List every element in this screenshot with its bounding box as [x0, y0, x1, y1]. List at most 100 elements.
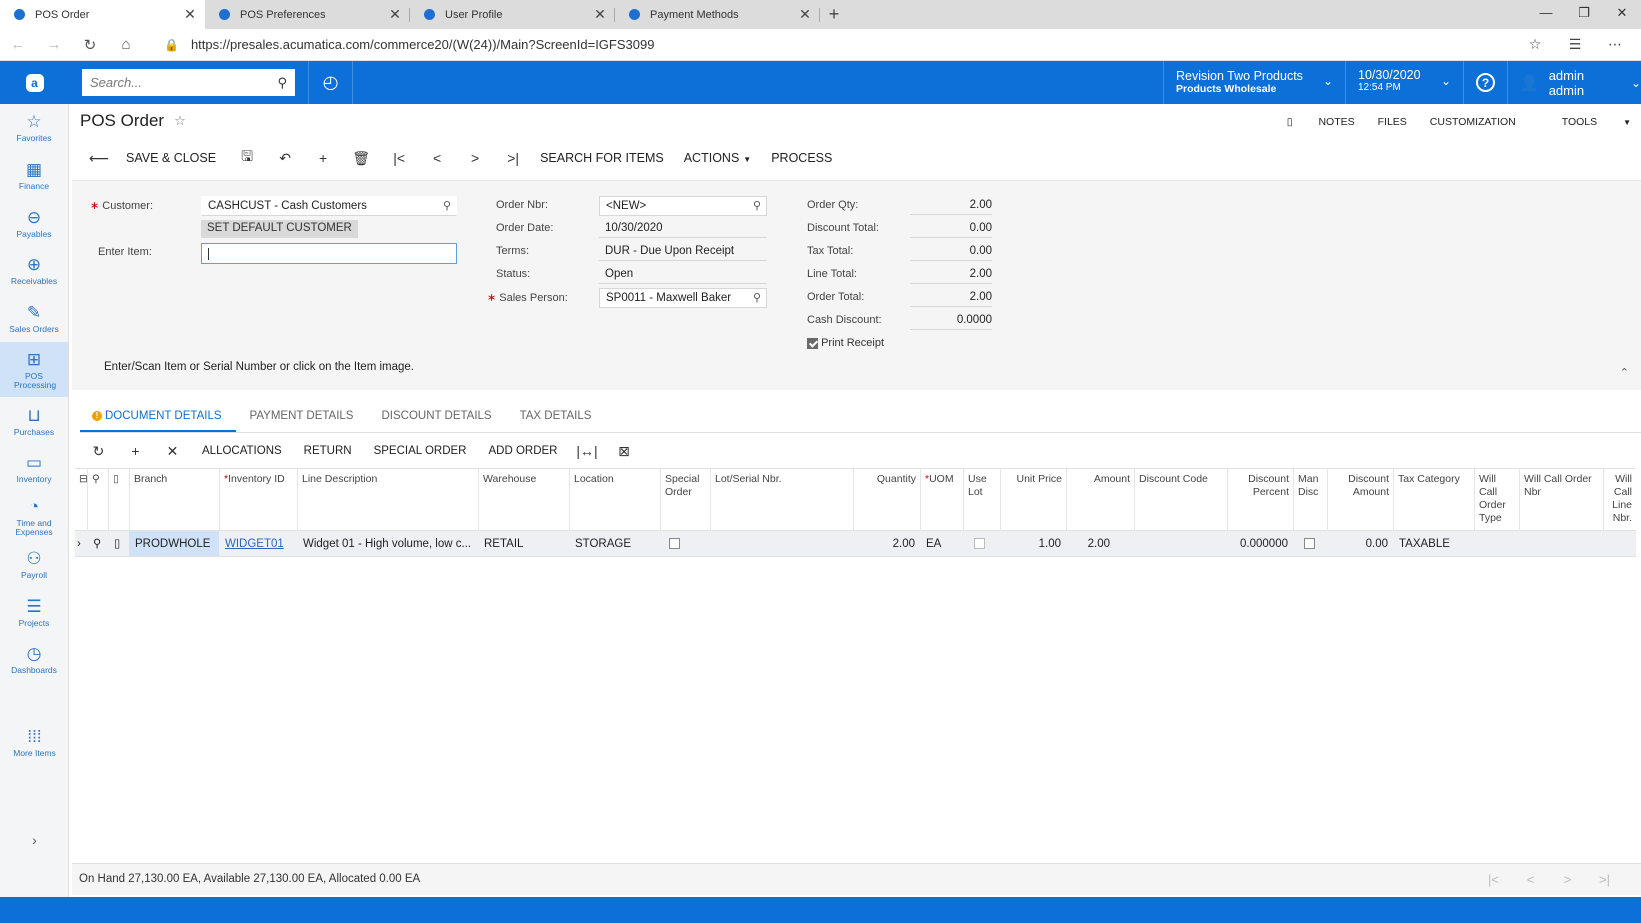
next-record-icon[interactable]: > [456, 150, 494, 166]
more-menu-icon[interactable]: ⋯ [1595, 36, 1635, 53]
delete-icon[interactable]: 🗑 [342, 150, 380, 167]
col-tax-category[interactable]: Tax Category [1393, 469, 1474, 530]
nav-dashboards[interactable]: ◷ Dashboards [0, 636, 68, 684]
browser-tab-pos-preferences[interactable]: POS Preferences ✕ [205, 0, 410, 29]
tab-document-details[interactable]: ! DOCUMENT DETAILS [80, 404, 236, 432]
search-input[interactable]: Search... ⚲ [82, 69, 295, 96]
table-row[interactable]: › ⚲ ▯ PRODWHOLE WIDGET01 Widget 01 - Hig… [75, 531, 1636, 557]
sales-person-field[interactable]: SP0011 - Maxwell Baker ⚲ [599, 288, 767, 308]
col-lot-serial[interactable]: Lot/Serial Nbr. [710, 469, 853, 530]
nav-favorites[interactable]: ☆ Favorites [0, 104, 68, 152]
favorites-list-icon[interactable]: ☰ [1555, 36, 1595, 53]
col-quantity[interactable]: Quantity [853, 469, 920, 530]
search-icon[interactable]: ⚲ [443, 199, 451, 212]
new-tab-button[interactable]: + [820, 0, 848, 29]
browser-tab-payment-methods[interactable]: Payment Methods ✕ [615, 0, 820, 29]
user-menu[interactable]: 👤 admin admin ⌄ [1507, 61, 1641, 104]
terms-field[interactable]: DUR - Due Upon Receipt [599, 241, 767, 261]
delete-row-icon[interactable]: ✕ [154, 443, 191, 460]
col-special-order[interactable]: Special Order [660, 469, 710, 530]
tab-tax-details[interactable]: TAX DETAILS [506, 404, 606, 432]
close-window-icon[interactable]: ✕ [1603, 0, 1641, 29]
collapse-chevron-icon[interactable]: ⌃ [1620, 366, 1629, 379]
cell-discount-code[interactable] [1134, 531, 1227, 556]
col-amount[interactable]: Amount [1066, 469, 1134, 530]
close-tab-icon[interactable]: ✕ [183, 6, 197, 23]
return-button[interactable]: RETURN [304, 445, 352, 457]
allocations-button[interactable]: ALLOCATIONS [202, 445, 282, 457]
cell-branch[interactable]: PRODWHOLE [129, 531, 219, 556]
help-button[interactable]: ? [1463, 61, 1507, 104]
cell-lot-serial[interactable] [710, 531, 853, 556]
search-icon[interactable]: ⚲ [753, 199, 761, 212]
col-discount-amount[interactable]: Discount Amount [1327, 469, 1393, 530]
next-page-icon[interactable]: > [1549, 872, 1586, 887]
previous-record-icon[interactable]: < [418, 150, 456, 166]
nav-time-and-expenses[interactable]: ◔ Time and Expenses [0, 493, 68, 541]
cell-inventory-id[interactable]: WIDGET01 [219, 531, 297, 556]
expand-row-chevron-icon[interactable]: › [75, 531, 87, 556]
undo-icon[interactable]: ↶ [266, 150, 304, 167]
col-discount-code[interactable]: Discount Code [1134, 469, 1227, 530]
restore-icon[interactable]: ❐ [1565, 0, 1603, 29]
cell-will-call-order-nbr[interactable] [1519, 531, 1603, 556]
previous-page-icon[interactable]: < [1512, 872, 1549, 887]
note-icon[interactable]: ▯ [108, 531, 129, 556]
last-record-icon[interactable]: >| [494, 150, 532, 166]
save-close-button[interactable]: SAVE & CLOSE [126, 151, 216, 165]
cell-quantity[interactable]: 2.00 [853, 531, 920, 556]
search-icon[interactable]: ⚲ [277, 75, 287, 91]
add-favorite-star-icon[interactable]: ☆ [174, 113, 186, 129]
search-icon[interactable]: ⚲ [753, 291, 761, 304]
actions-menu[interactable]: ACTIONS ▼ [684, 151, 751, 165]
nav-more-items[interactable]: ⁞⁞⁞ More Items [0, 719, 69, 767]
url-field[interactable]: 🔒 https://presales.acumatica.com/commerc… [164, 37, 1515, 52]
add-order-button[interactable]: ADD ORDER [488, 445, 557, 457]
add-row-icon[interactable]: + [117, 443, 154, 459]
order-nbr-field[interactable]: <NEW> ⚲ [599, 196, 767, 216]
business-date-selector[interactable]: 10/30/2020 12:54 PM ⌄ [1345, 61, 1463, 104]
cell-tax-category[interactable]: TAXABLE [1393, 531, 1474, 556]
nav-purchases[interactable]: ⊔ Purchases [0, 397, 68, 445]
cell-line-description[interactable]: Widget 01 - High volume, low c... [297, 531, 478, 556]
forward-arrow-icon[interactable]: → [36, 36, 72, 53]
close-tab-icon[interactable]: ✕ [388, 6, 402, 23]
close-tab-icon[interactable]: ✕ [593, 6, 607, 23]
back-arrow-icon[interactable]: ⟵ [80, 150, 118, 167]
cell-uom[interactable]: EA [920, 531, 963, 556]
expand-nav-chevron-icon[interactable]: › [0, 832, 69, 848]
back-arrow-icon[interactable]: ← [0, 36, 36, 53]
history-icon[interactable]: ◴ [308, 61, 353, 104]
cell-manual-discount-checkbox[interactable] [1293, 531, 1327, 556]
attachment-icon[interactable]: ⚲ [87, 531, 108, 556]
cell-discount-percent[interactable]: 0.000000 [1227, 531, 1293, 556]
cell-special-order-checkbox[interactable] [660, 531, 710, 556]
cell-warehouse[interactable]: RETAIL [478, 531, 569, 556]
nav-receivables[interactable]: ⊕ Receivables [0, 247, 68, 295]
refresh-icon[interactable]: ↻ [80, 443, 117, 460]
col-unit-price[interactable]: Unit Price [1000, 469, 1066, 530]
minimize-icon[interactable]: — [1527, 0, 1565, 29]
col-line-description[interactable]: Line Description [297, 469, 478, 530]
close-tab-icon[interactable]: ✕ [798, 6, 812, 23]
col-discount-percent[interactable]: Discount Percent [1227, 469, 1293, 530]
notes-link[interactable]: ▯ NOTES [1264, 116, 1355, 128]
col-inventory-id[interactable]: *Inventory ID [219, 469, 297, 530]
enter-item-input[interactable] [201, 243, 457, 264]
browser-tab-pos-order[interactable]: POS Order ✕ [0, 0, 205, 29]
tab-discount-details[interactable]: DISCOUNT DETAILS [367, 404, 505, 432]
nav-payroll[interactable]: ⚇ Payroll [0, 541, 68, 589]
process-button[interactable]: PROCESS [771, 151, 832, 165]
col-use-lot[interactable]: Use Lot [963, 469, 1000, 530]
print-receipt-checkbox[interactable]: Print Receipt [807, 337, 884, 349]
export-excel-icon[interactable]: ⊠ [606, 443, 643, 460]
col-location[interactable]: Location [569, 469, 660, 530]
customer-field[interactable]: CASHCUST - Cash Customers ⚲ [201, 196, 457, 216]
col-warehouse[interactable]: Warehouse [478, 469, 569, 530]
fit-columns-icon[interactable]: |↔| [569, 443, 606, 459]
cell-unit-price[interactable]: 1.00 [1000, 531, 1066, 556]
col-will-call-line-nbr[interactable]: Will Call Line Nbr. [1603, 469, 1636, 530]
first-page-icon[interactable]: |< [1475, 872, 1512, 887]
reload-icon[interactable]: ↻ [72, 36, 108, 54]
nav-inventory[interactable]: ▭ Inventory [0, 445, 68, 493]
